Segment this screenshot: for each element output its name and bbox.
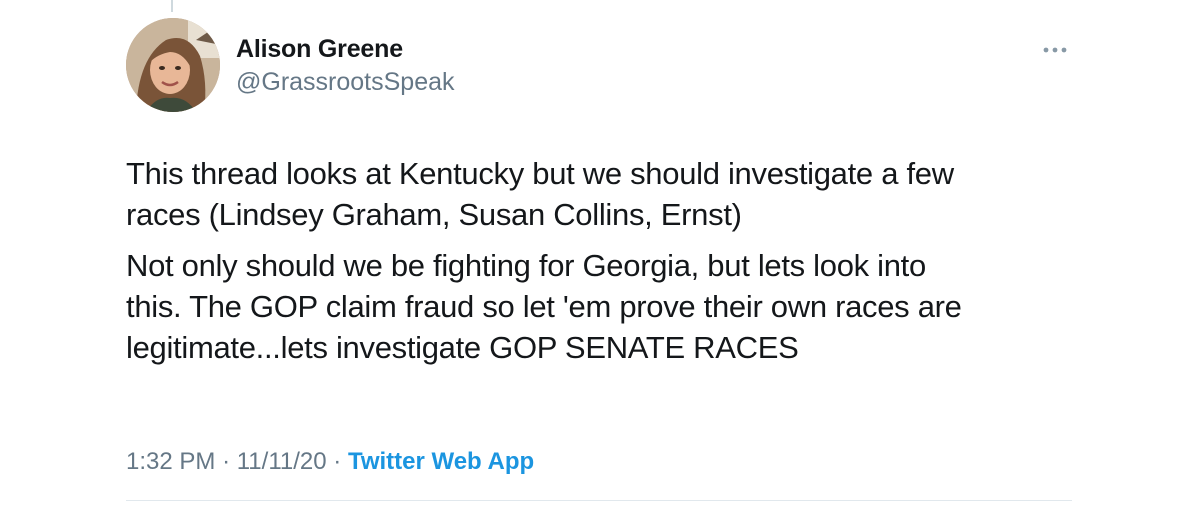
author-handle[interactable]: @GrassrootsSpeak [236, 68, 455, 97]
tweet-time[interactable]: 1:32 PM [126, 448, 215, 475]
tweet-paragraph: Not only should we be fighting for Georg… [126, 248, 962, 365]
divider [126, 500, 1072, 501]
thread-connector-line [171, 0, 173, 12]
meta-separator: · [222, 448, 231, 475]
more-options-icon [1043, 47, 1067, 53]
tweet-date[interactable]: 11/11/20 [237, 448, 327, 475]
tweet-source-link[interactable]: Twitter Web App [348, 448, 534, 475]
tweet-text: This thread looks at Kentucky but we sho… [126, 153, 1086, 378]
more-options-button[interactable] [1040, 38, 1070, 62]
avatar-photo [126, 18, 220, 112]
tweet-meta: 1:32 PM · 11/11/20 · Twitter Web App [126, 448, 534, 476]
tweet-paragraph: This thread looks at Kentucky but we sho… [126, 156, 954, 232]
avatar[interactable] [126, 18, 220, 112]
meta-separator: · [333, 448, 342, 475]
author-display-name[interactable]: Alison Greene [236, 35, 403, 64]
